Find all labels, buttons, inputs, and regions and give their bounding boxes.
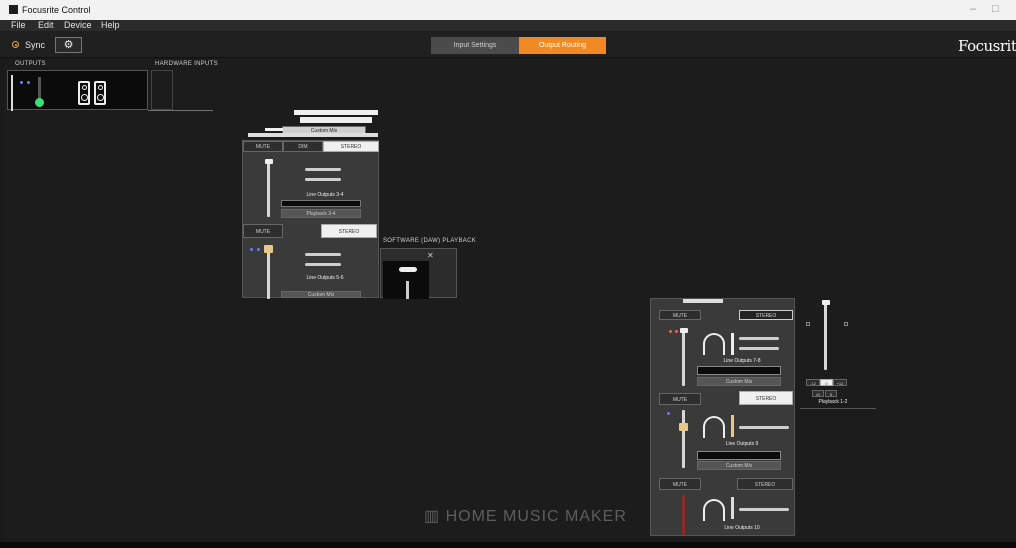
speaker-left-icon [78, 81, 90, 105]
maximize-button[interactable]: □ [992, 3, 999, 15]
stereo-button[interactable]: STEREO [739, 391, 793, 405]
output-routing-popup-left: MUTE DIM STEREO Line Outputs 3-4 Playbac… [242, 140, 379, 299]
headphones-icon [703, 499, 725, 521]
gain-plus-button[interactable]: +12 [833, 379, 847, 386]
hardware-inputs-heading: HARDWARE INPUTS [155, 61, 218, 67]
playback-fader-knob[interactable] [822, 300, 830, 305]
playback-strip: -12 0 +12 M S Playback 1-2 [800, 298, 878, 410]
output-routing-popup-right: MUTE STEREO Line Outputs 7-8 Custom Mix … [650, 298, 795, 536]
output-fader-knob[interactable] [264, 245, 273, 253]
link-indicator [667, 412, 670, 415]
brand-logo: Focusrit [958, 37, 1016, 55]
clip-indicator [669, 330, 672, 333]
sync-label[interactable]: Sync [25, 40, 45, 50]
routing-source-select[interactable]: Custom Mix [697, 461, 781, 470]
pan-knob[interactable] [399, 267, 417, 272]
playback-fader-track[interactable] [406, 281, 409, 299]
output-name: Line Outputs 3-4 [306, 192, 344, 198]
playback-popup-fragment: ✕ [380, 248, 457, 299]
line-out-icon [305, 168, 341, 171]
menu-device[interactable]: Device [64, 20, 92, 31]
routing-source-select[interactable]: Custom Mix [697, 377, 781, 386]
stereo-button[interactable]: STEREO [323, 141, 379, 152]
level-meter [11, 75, 13, 111]
window-title: Focusrite Control [22, 5, 91, 15]
solo-toggle[interactable]: S [825, 390, 837, 397]
output-fader-track[interactable] [267, 245, 270, 299]
outputs-heading: OUTPUTS [15, 61, 46, 67]
link-indicator [257, 248, 260, 251]
line-out-icon [739, 426, 789, 429]
tab-input-settings[interactable]: Input Settings [431, 37, 519, 54]
line-out-icon [305, 178, 341, 181]
mute-button[interactable]: MUTE [659, 478, 701, 490]
output-fader-knob[interactable] [679, 423, 688, 431]
output-fader-track[interactable] [682, 410, 685, 468]
routing-source-select[interactable]: Playback 3-4 [281, 209, 361, 218]
sync-icon [12, 41, 19, 48]
line-out-icon [739, 347, 779, 350]
menu-edit[interactable]: Edit [38, 20, 54, 31]
gain-minus-button[interactable]: -12 [806, 379, 820, 386]
minimize-button[interactable]: – [970, 3, 976, 15]
headphones-icon [703, 416, 725, 438]
line-out-icon [739, 337, 779, 340]
routing-source-field[interactable] [281, 200, 361, 207]
routing-source-field[interactable] [697, 451, 781, 460]
output-fader-track[interactable] [267, 159, 270, 217]
output-strip-monitor[interactable] [7, 70, 148, 111]
mute-button[interactable]: MUTE [659, 310, 701, 320]
hardware-inputs-strip [151, 70, 173, 110]
top-strip-fragment: Custom Mix [282, 110, 378, 135]
link-indicator [250, 248, 253, 251]
output-name: Line Outputs 10 [724, 525, 760, 531]
logo-icon: ▥ [424, 508, 446, 525]
software-playback-heading: SOFTWARE (DAW) PLAYBACK [383, 238, 477, 244]
app-icon [9, 5, 18, 14]
playback-name: Playback 1-2 [818, 399, 848, 405]
clip-indicator [675, 330, 678, 333]
mute-toggle[interactable]: M [812, 390, 824, 397]
dim-button[interactable]: DIM [283, 141, 323, 152]
headphones-icon [703, 333, 725, 355]
mute-button[interactable]: MUTE [659, 393, 701, 405]
menu-bar: File Edit Device Help [0, 20, 1016, 31]
link-indicator [27, 81, 30, 84]
output-name: Line Outputs 5-6 [306, 275, 344, 281]
monitor-fader-knob[interactable] [35, 98, 44, 107]
mute-button[interactable]: MUTE [243, 224, 283, 238]
close-icon[interactable]: ✕ [427, 251, 434, 260]
menu-file[interactable]: File [11, 20, 26, 31]
bottom-bar [0, 542, 1016, 548]
stereo-button[interactable]: STEREO [321, 224, 377, 238]
tab-output-routing[interactable]: Output Routing [519, 37, 606, 54]
output-name: Line Outputs 7-8 [723, 358, 761, 364]
stereo-button[interactable]: STEREO [739, 310, 793, 320]
watermark: ▥ HOME MUSIC MAKER [424, 508, 627, 525]
output-fader-knob[interactable] [265, 159, 273, 164]
mute-button[interactable]: MUTE [243, 141, 283, 152]
stereo-button[interactable]: STEREO [737, 478, 793, 490]
output-name: Line Outputs 9 [725, 441, 759, 447]
output-fader-track[interactable] [682, 495, 685, 535]
routing-source-field[interactable] [697, 366, 781, 375]
playback-fader-track[interactable] [824, 300, 827, 370]
menu-help[interactable]: Help [101, 20, 120, 31]
output-fader-knob[interactable] [680, 328, 688, 333]
line-out-icon [739, 508, 789, 511]
line-out-icon [305, 253, 341, 256]
gain-zero-button[interactable]: 0 [820, 379, 833, 386]
link-indicator [20, 81, 23, 84]
title-bar: Focusrite Control – □ [0, 0, 1016, 20]
output-fader-track[interactable] [682, 328, 685, 386]
routing-source-select[interactable]: Custom Mix [281, 291, 361, 298]
line-out-icon [305, 263, 341, 266]
gear-icon: ⚙ [63, 39, 74, 51]
settings-button[interactable]: ⚙ [55, 37, 82, 53]
speaker-right-icon [94, 81, 106, 105]
divider [148, 110, 213, 111]
